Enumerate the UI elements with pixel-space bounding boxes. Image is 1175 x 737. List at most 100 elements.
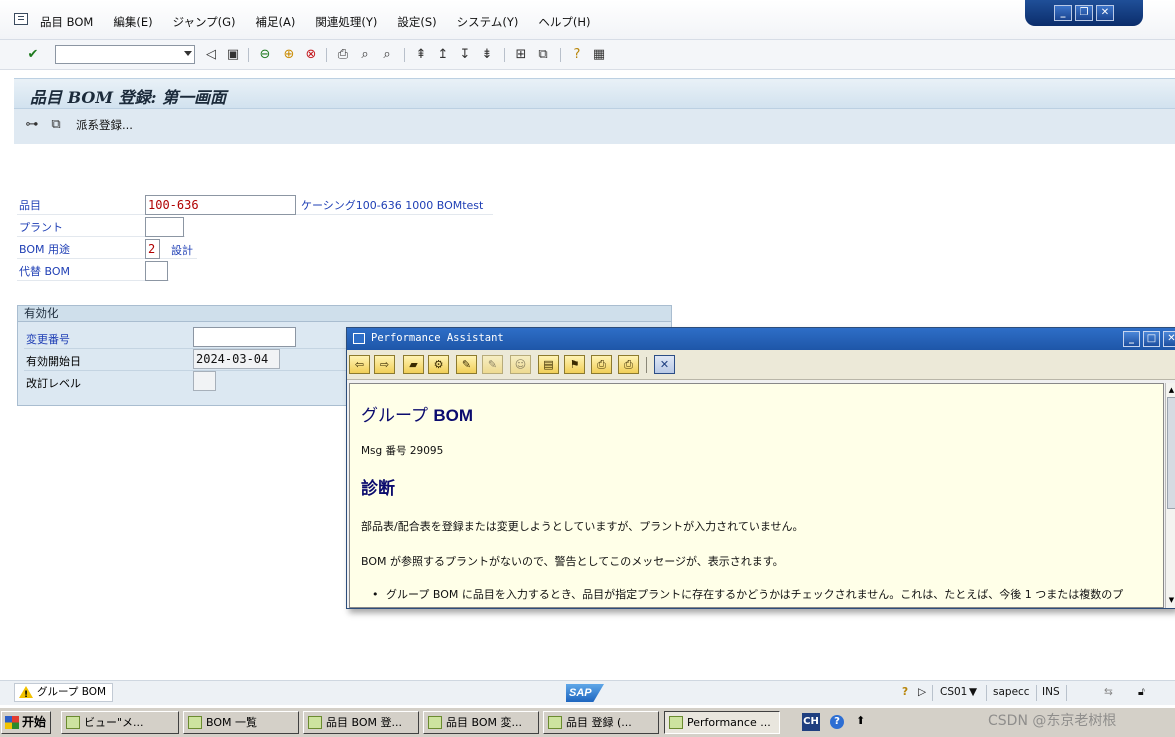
task-label: ビュー"メ... xyxy=(84,716,144,729)
watermark: CSDN @东京老树根 xyxy=(988,713,1117,729)
bom-usage-input[interactable]: 2 xyxy=(145,239,160,259)
cancel-icon[interactable]: ⊗ xyxy=(302,46,320,64)
page-title: 品目 BOM 登録: 第一画面 xyxy=(30,88,227,107)
save-icon[interactable]: ▣ xyxy=(224,46,242,64)
revision-level-input[interactable] xyxy=(193,371,216,391)
scroll-down-icon[interactable]: ▼ xyxy=(1167,595,1175,605)
close-icon[interactable]: ✕ xyxy=(1163,331,1175,347)
chevron-down-icon[interactable] xyxy=(184,51,192,56)
task-view-menu[interactable]: ビュー"メ... xyxy=(61,711,179,734)
valid-from-label: 有効開始日 xyxy=(26,355,81,368)
alternative-bom-input[interactable] xyxy=(145,261,168,281)
system-menu-icon[interactable] xyxy=(14,13,28,25)
new-session-icon[interactable]: ⊞ xyxy=(512,46,530,64)
task-bom-change[interactable]: 品目 BOM 変... xyxy=(423,711,539,734)
status-help-icon[interactable]: ? xyxy=(902,686,908,698)
scrollbar-thumb[interactable] xyxy=(1167,397,1175,509)
find-icon[interactable]: ⌕ xyxy=(356,46,374,64)
copy-icon[interactable]: ⧉ xyxy=(48,117,64,133)
last-page-icon[interactable]: ⇟ xyxy=(478,46,496,64)
print-icon[interactable]: ⎙ xyxy=(334,46,352,64)
menu-item-settings[interactable]: 設定(S) xyxy=(397,14,436,30)
bom-usage-row: BOM 用途 xyxy=(17,238,197,259)
edit-icon[interactable]: ✎ xyxy=(456,355,477,374)
task-bom-list[interactable]: BOM 一覧 xyxy=(183,711,299,734)
help-icon[interactable]: ? xyxy=(568,46,586,64)
scroll-up-icon[interactable]: ▲ xyxy=(1167,385,1175,395)
toolbar-divider xyxy=(326,48,327,62)
flag-icon[interactable]: ⚑ xyxy=(564,355,585,374)
restore-icon[interactable]: ❐ xyxy=(1075,5,1093,21)
menu-bar: 品目 BOM 編集(E) ジャンプ(G) 補足(A) 関連処理(Y) 設定(S)… xyxy=(0,0,1175,40)
print-preview-icon[interactable]: ⎙ xyxy=(591,355,612,374)
find-next-icon[interactable]: ⌕ xyxy=(378,46,396,64)
diagnosis-bullet-1: グループ BOM に品目を入力するとき、品目が指定プラントに存在するかどうかはチ… xyxy=(372,587,1163,603)
material-input[interactable]: 100-636 xyxy=(145,195,296,215)
back-arrow-icon[interactable]: ◁ xyxy=(202,46,220,64)
toolbar-divider xyxy=(646,357,647,373)
task-bom-create[interactable]: 品目 BOM 登... xyxy=(303,711,419,734)
status-divider xyxy=(986,685,987,701)
toolbar-divider xyxy=(504,48,505,62)
first-page-icon[interactable]: ⇞ xyxy=(412,46,430,64)
shortcut-icon[interactable]: ⧉ xyxy=(534,46,552,64)
bom-usage-label: BOM 用途 xyxy=(19,243,70,256)
status-expand-icon[interactable]: ▷ xyxy=(918,686,926,698)
maximize-icon[interactable]: □ xyxy=(1143,331,1160,347)
enter-icon[interactable]: ✔ xyxy=(24,46,42,64)
back-arrow-icon[interactable]: ⇦ xyxy=(349,355,370,374)
status-dropdown-icon[interactable]: ▼ xyxy=(969,686,977,698)
command-field[interactable] xyxy=(55,45,195,64)
technical-info-icon[interactable]: ⚙ xyxy=(428,355,449,374)
change-number-input[interactable] xyxy=(193,327,296,347)
material-label: 品目 xyxy=(19,199,41,212)
green-back-icon[interactable]: ⊖ xyxy=(256,46,274,64)
previous-page-icon[interactable]: ↥ xyxy=(434,46,452,64)
minimize-icon[interactable]: _ xyxy=(1054,5,1072,21)
tray-menu-icon[interactable]: ⬆ xyxy=(856,714,865,727)
forward-arrow-icon[interactable]: ⇨ xyxy=(374,355,395,374)
people-icon[interactable]: ☺ xyxy=(510,355,531,374)
ime-indicator[interactable]: CH xyxy=(802,713,820,731)
layout-menu-icon[interactable]: ▦ xyxy=(590,46,608,64)
window-icon xyxy=(548,716,562,729)
status-message[interactable]: グループ BOM xyxy=(14,683,114,704)
menu-item-system[interactable]: システム(Y) xyxy=(457,14,519,30)
plant-input[interactable] xyxy=(145,217,184,237)
assistant-scrollbar[interactable]: ▲ ▼ xyxy=(1165,383,1175,608)
print-icon[interactable]: ⎙ xyxy=(618,355,639,374)
menu-item-edit[interactable]: 編集(E) xyxy=(113,14,152,30)
table-icon[interactable]: ▤ xyxy=(538,355,559,374)
menu-item-environment[interactable]: 関連処理(Y) xyxy=(315,14,377,30)
copy-from-button[interactable]: 派系登録... xyxy=(76,117,133,133)
book-icon[interactable]: ▰ xyxy=(403,355,424,374)
tray-help-icon[interactable]: ? xyxy=(830,715,844,729)
start-button[interactable]: 开始 xyxy=(1,711,51,734)
exit-icon[interactable]: ⊕ xyxy=(280,46,298,64)
close-assistant-icon[interactable]: ✕ xyxy=(654,355,675,374)
menu-item-help[interactable]: ヘルプ(H) xyxy=(538,14,590,30)
assistant-content: グループ BOM Msg 番号 29095 診断 部品表/配合表を登録または変更… xyxy=(349,383,1164,608)
task-material-create[interactable]: 品目 登録 (... xyxy=(543,711,659,734)
diagnosis-paragraph-1: 部品表/配合表を登録または変更しようとしていますが、プラントが入力されていません… xyxy=(361,520,804,533)
menu-item-extras[interactable]: 補足(A) xyxy=(256,14,296,30)
task-label: BOM 一覧 xyxy=(206,716,257,729)
close-icon[interactable]: ✕ xyxy=(1096,5,1114,21)
assistant-title-bar[interactable]: Performance Assistant _ □ ✕ xyxy=(347,328,1175,350)
application-toolbar: ⊶ ⧉ 派系登録... xyxy=(24,115,133,135)
status-divider xyxy=(1036,685,1037,701)
validity-group-title: 有効化 xyxy=(18,306,671,322)
hierarchy-icon[interactable]: ⊶ xyxy=(24,117,40,133)
minimize-icon[interactable]: _ xyxy=(1123,331,1140,347)
status-divider xyxy=(1066,685,1067,701)
annotation-icon[interactable]: ✎ xyxy=(482,355,503,374)
warning-icon xyxy=(19,686,33,704)
plant-label: プラント xyxy=(19,221,63,234)
message-number: Msg 番号 29095 xyxy=(361,445,444,457)
menu-item-goto[interactable]: ジャンプ(G) xyxy=(173,14,236,30)
menu-item-bom[interactable]: 品目 BOM xyxy=(40,14,93,30)
valid-from-input[interactable]: 2024-03-04 xyxy=(193,349,280,369)
task-performance-assistant[interactable]: Performance ... xyxy=(664,711,780,734)
next-page-icon[interactable]: ↧ xyxy=(456,46,474,64)
lock-icon[interactable]: 🔓︎ xyxy=(1138,686,1145,699)
